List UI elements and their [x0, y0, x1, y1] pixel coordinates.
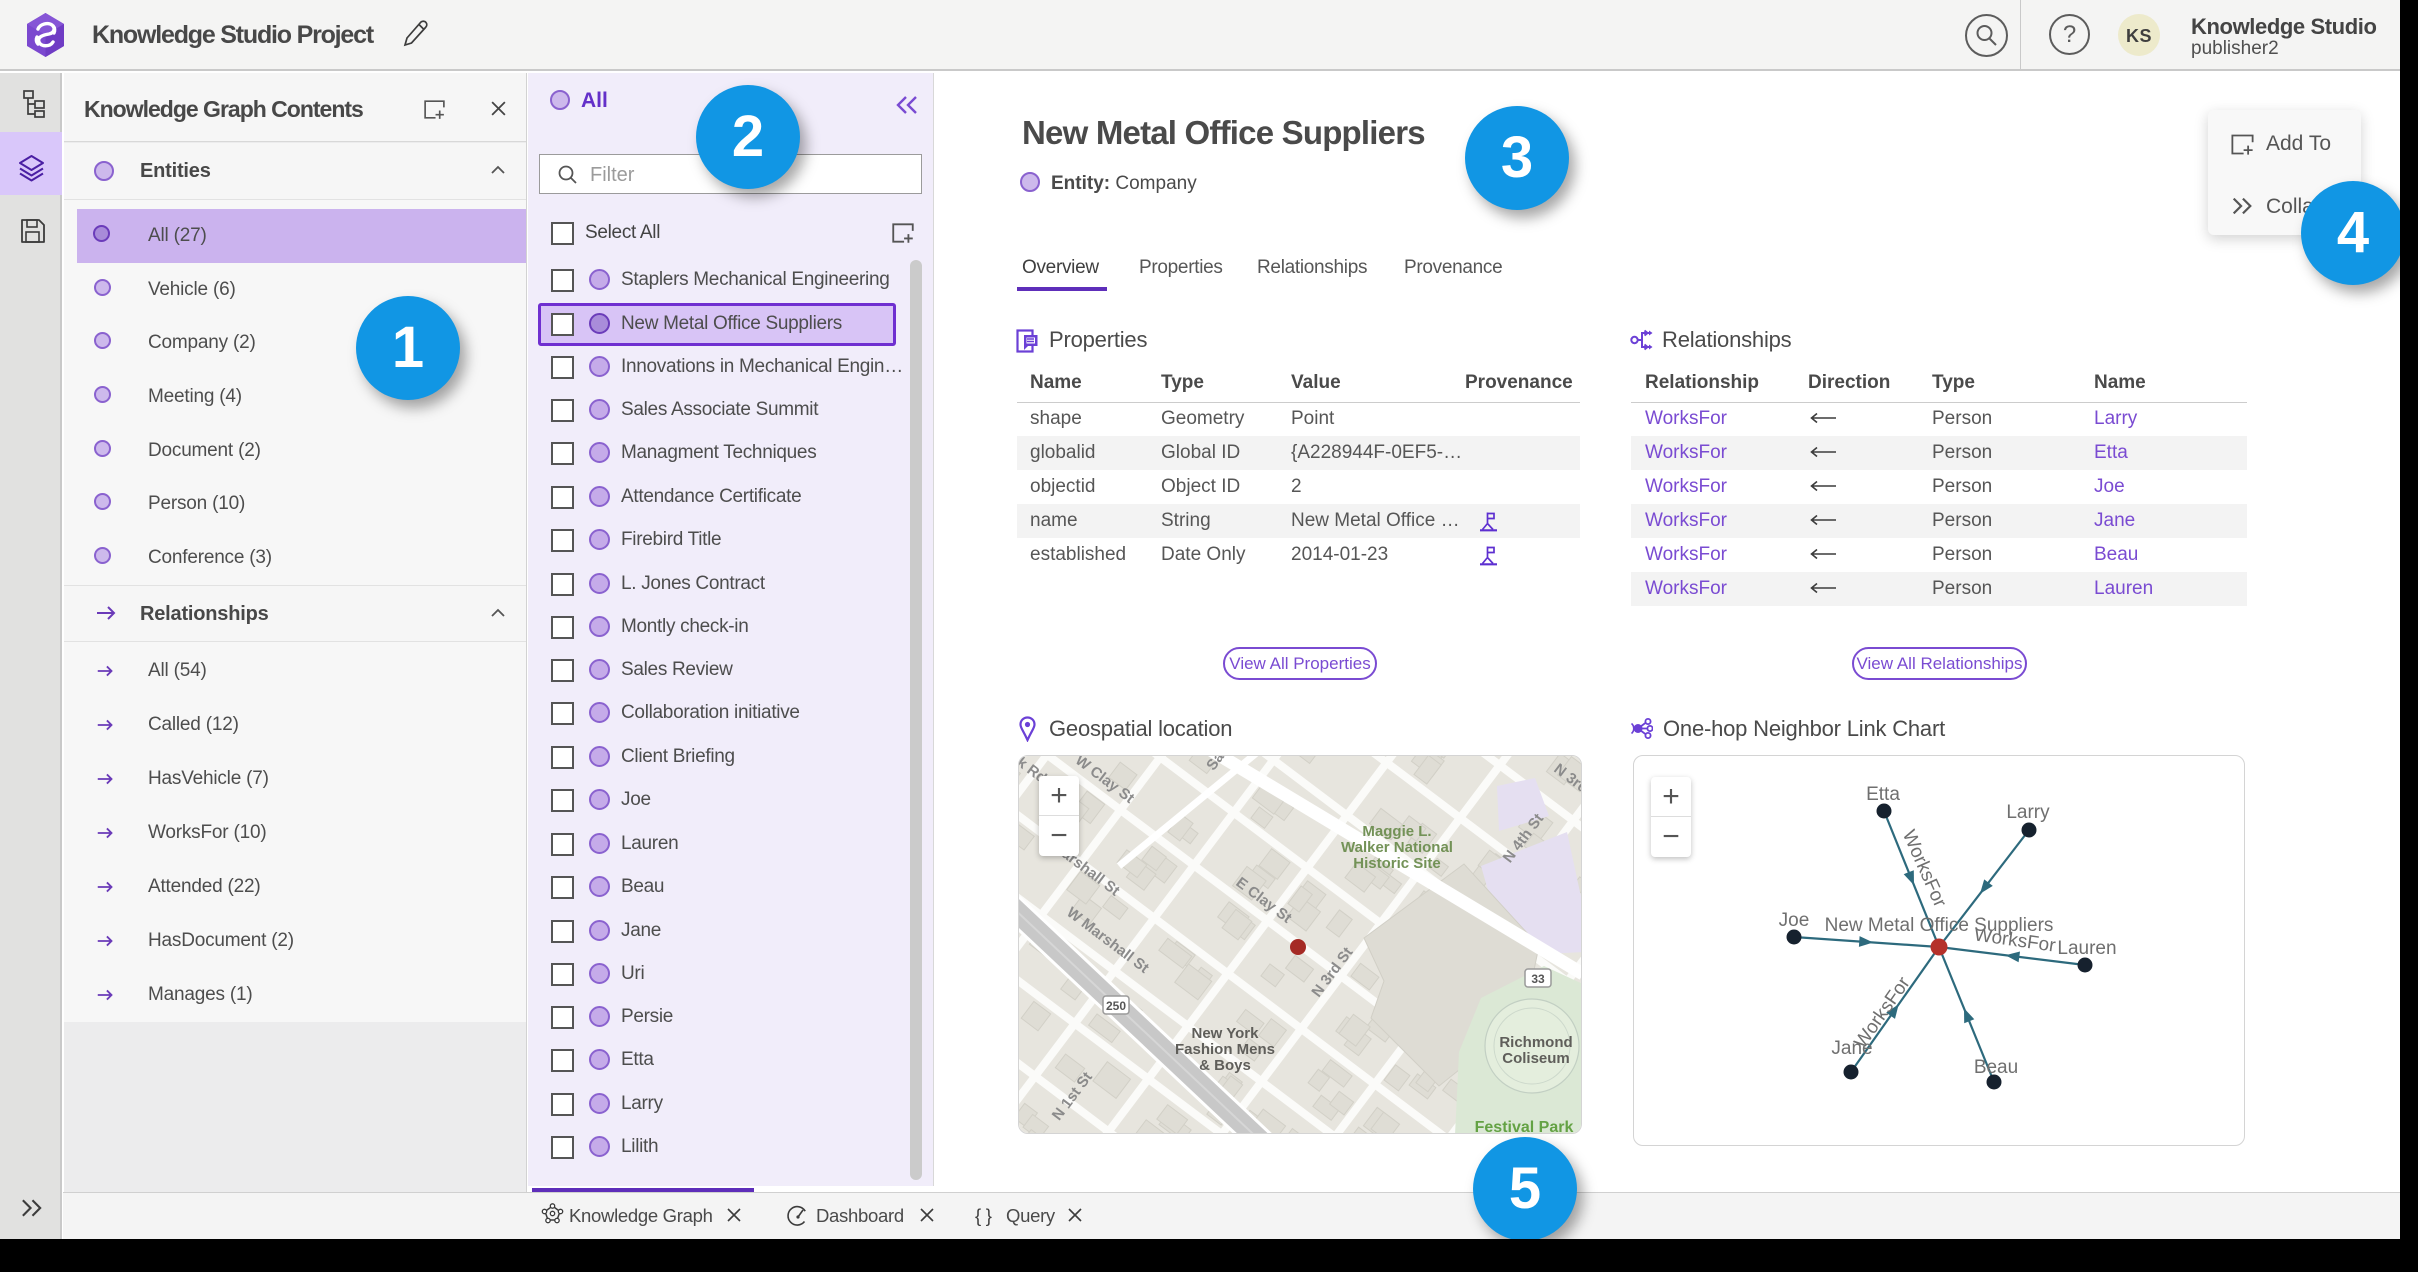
svg-text:Festival Park: Festival Park — [1475, 1119, 1574, 1134]
svg-text:Larry: Larry — [2006, 802, 2050, 823]
svg-text:Historic Site: Historic Site — [1353, 855, 1441, 872]
svg-text:33: 33 — [1531, 972, 1545, 986]
svg-text:Lauren: Lauren — [2057, 938, 2116, 959]
svg-text:& Boys: & Boys — [1199, 1057, 1251, 1074]
svg-text:Beau: Beau — [1974, 1057, 2018, 1078]
svg-text:?: ? — [2063, 21, 2076, 48]
svg-text:New York: New York — [1192, 1025, 1260, 1042]
svg-text:WorksFor: WorksFor — [1850, 973, 1915, 1053]
svg-text:Walker National: Walker National — [1341, 839, 1453, 856]
svg-text:Joe: Joe — [1779, 910, 1810, 931]
svg-text:Coliseum: Coliseum — [1502, 1050, 1570, 1067]
svg-text:Maggie L.: Maggie L. — [1362, 823, 1431, 840]
svg-text:Richmond: Richmond — [1499, 1034, 1572, 1051]
svg-text:WorksFor: WorksFor — [1898, 827, 1951, 911]
svg-text:Fashion Mens: Fashion Mens — [1175, 1041, 1275, 1058]
svg-text:Etta: Etta — [1866, 784, 1900, 805]
svg-text:250: 250 — [1106, 999, 1126, 1013]
